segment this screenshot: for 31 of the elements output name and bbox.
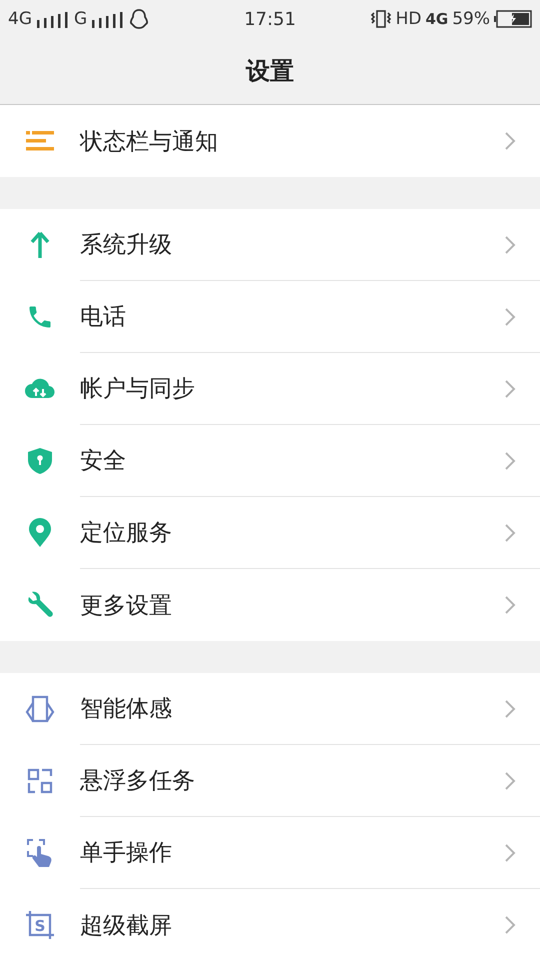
chevron-icon [504, 595, 516, 615]
chevron-icon [504, 131, 516, 151]
chevron-icon [504, 915, 516, 935]
chevron-icon [504, 698, 516, 718]
page-title: 设置 [246, 56, 294, 87]
list-icon [26, 131, 54, 151]
network-label: 4G [8, 9, 32, 29]
clock: 17:51 [244, 8, 296, 30]
chevron-icon [504, 522, 516, 542]
battery-icon [494, 10, 532, 28]
hd-label: HD [396, 9, 422, 29]
signal-icon [36, 10, 70, 28]
wrench-icon [26, 591, 54, 619]
phone-tilt-icon [25, 695, 55, 723]
data-network-label: 4G [425, 10, 448, 28]
hand-tap-icon [26, 838, 54, 868]
chevron-icon [504, 770, 516, 790]
signal-icon [91, 10, 126, 28]
network-label: G [74, 9, 88, 29]
battery-percent: 59% [452, 9, 490, 29]
shield-icon [27, 447, 53, 475]
chevron-icon [504, 842, 516, 862]
chevron-icon [504, 306, 516, 326]
arrow-up-icon [30, 231, 50, 259]
chevron-icon [504, 378, 516, 398]
chevron-icon [504, 450, 516, 470]
chevron-icon [504, 234, 516, 254]
location-pin-icon [28, 518, 52, 548]
windows-icon [27, 768, 53, 794]
vibrate-icon [370, 9, 392, 29]
cloud-sync-icon [24, 377, 56, 401]
